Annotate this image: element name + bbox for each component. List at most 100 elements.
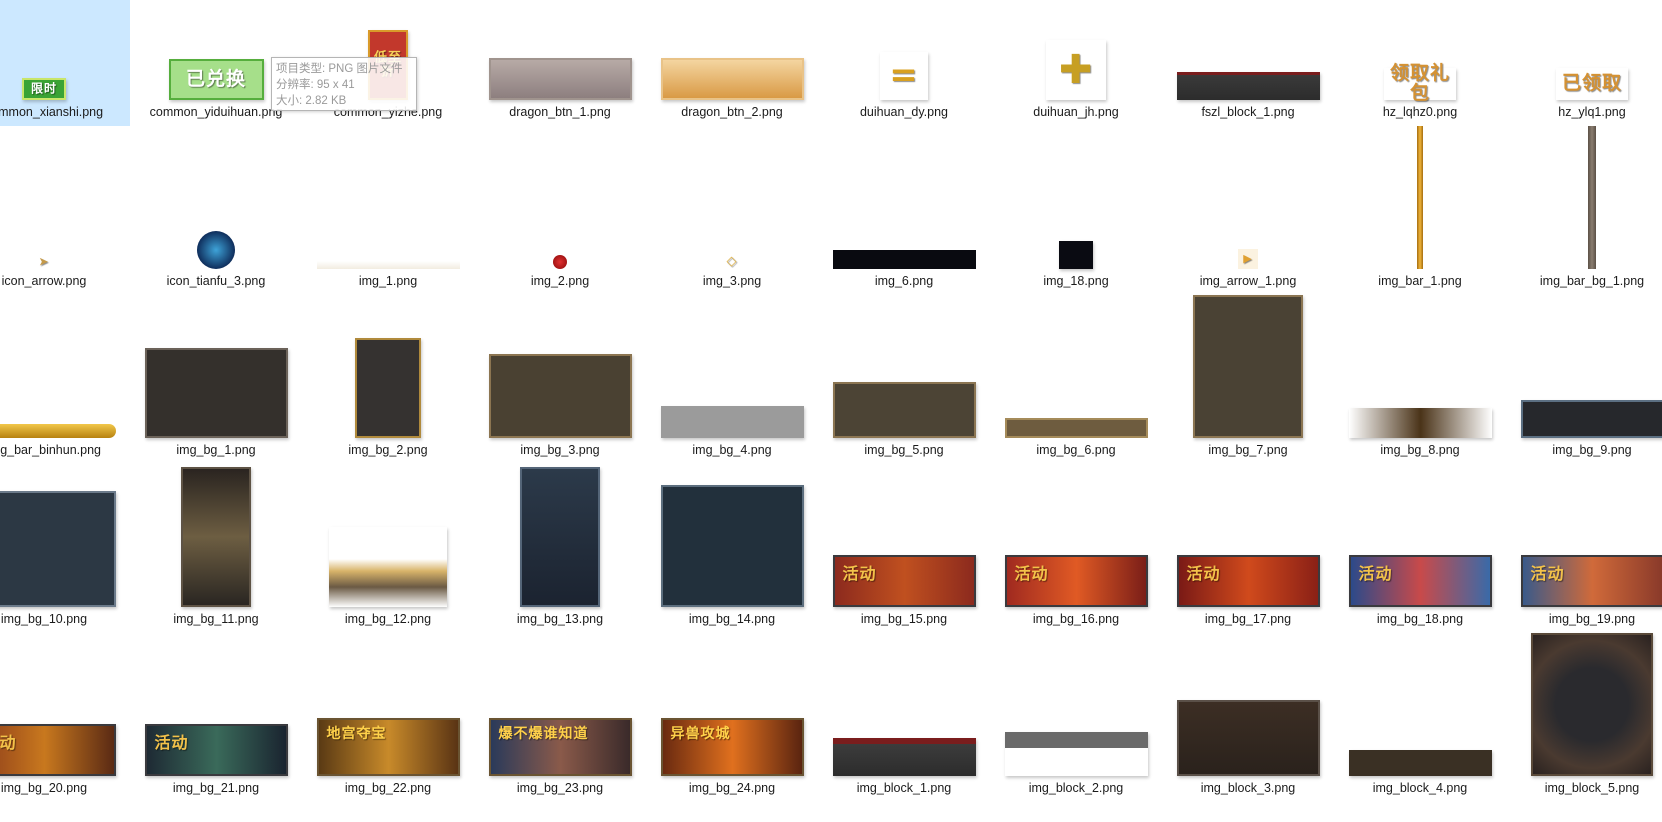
file-item[interactable]: img_bg_12.png <box>302 454 474 633</box>
file-item[interactable]: img_bar_bg_1.png <box>1506 116 1662 295</box>
file-item[interactable]: img_bg_1.png <box>130 285 302 464</box>
file-item[interactable]: 活动 img_bg_19.png <box>1506 454 1662 633</box>
thumbnail-image: 活动 <box>1520 555 1662 607</box>
file-item[interactable]: img_bg_13.png <box>474 454 646 633</box>
file-item[interactable]: 地宫夺宝 img_bg_22.png <box>302 623 474 802</box>
thumbnail-image: 活动 <box>144 724 288 776</box>
file-item[interactable]: img_6.png <box>818 116 990 295</box>
file-item[interactable]: = duihuan_dy.png <box>818 0 990 126</box>
file-thumbnail <box>832 285 976 438</box>
thumbnail-image <box>329 527 447 607</box>
file-thumbnail: 地宫夺宝 <box>316 623 460 776</box>
file-thumbnail <box>316 454 460 607</box>
thumbnail-image: 活动 <box>0 724 116 776</box>
file-item[interactable]: ◇ img_3.png <box>646 116 818 295</box>
file-thumbnail <box>660 285 804 438</box>
file-thumbnail <box>488 116 632 269</box>
file-thumbnail <box>1004 116 1148 269</box>
file-item[interactable]: img_block_5.png <box>1506 623 1662 802</box>
file-thumbnail <box>1348 623 1492 776</box>
file-item[interactable]: img_bar_binhun.png <box>0 285 130 464</box>
thumbnail-image: ✚ <box>1046 40 1106 100</box>
file-item[interactable]: 活动 img_bg_17.png <box>1162 454 1334 633</box>
thumbnail-caption: ✚ <box>1058 47 1094 93</box>
file-item[interactable]: img_bg_7.png <box>1162 285 1334 464</box>
thumbnail-image <box>316 261 460 269</box>
file-item[interactable]: img_block_4.png <box>1334 623 1506 802</box>
file-name-label: img_block_3.png <box>1200 781 1296 795</box>
thumbnail-image: 领取礼包 <box>1384 63 1456 103</box>
thumbnail-caption: 爆不爆谁知道 <box>498 726 589 742</box>
thumbnail-image <box>1193 295 1303 438</box>
thumbnail-caption: 活动 <box>0 733 17 752</box>
thumbnail-image: 已兑换 <box>168 59 264 100</box>
thumbnail-image <box>197 231 235 269</box>
file-thumbnail <box>144 454 288 607</box>
file-thumbnail <box>488 0 632 100</box>
file-item[interactable]: 活动 img_bg_20.png <box>0 623 130 802</box>
file-item[interactable]: img_18.png <box>990 116 1162 295</box>
file-item[interactable]: img_block_2.png <box>990 623 1162 802</box>
thumbnail-image <box>355 338 421 438</box>
tooltip-type: 项目类型: PNG 图片文件 <box>276 63 403 75</box>
file-item[interactable]: img_bg_5.png <box>818 285 990 464</box>
file-item[interactable]: 活动 img_bg_15.png <box>818 454 990 633</box>
file-thumbnail <box>316 116 460 269</box>
thumbnail-image: 活动 <box>1176 555 1320 607</box>
thumbnail-image: ▶ <box>1238 249 1258 269</box>
file-item[interactable]: img_block_3.png <box>1162 623 1334 802</box>
file-item[interactable]: dragon_btn_1.png <box>474 0 646 126</box>
file-thumbnail <box>660 0 804 100</box>
file-thumbnail: 已兑换 <box>144 0 288 100</box>
file-item[interactable]: img_bg_14.png <box>646 454 818 633</box>
file-item[interactable]: img_bg_10.png <box>0 454 130 633</box>
file-item[interactable]: 爆不爆谁知道 img_bg_23.png <box>474 623 646 802</box>
thumbnail-caption: 活动 <box>1530 564 1565 583</box>
file-item[interactable]: img_bg_4.png <box>646 285 818 464</box>
thumbnail-image <box>1176 700 1320 776</box>
file-thumbnail <box>1004 623 1148 776</box>
file-item[interactable]: img_bg_9.png <box>1506 285 1662 464</box>
file-thumbnail: ➤ <box>0 116 116 269</box>
file-item[interactable]: 活动 img_bg_21.png <box>130 623 302 802</box>
file-item[interactable]: ✚ duihuan_jh.png <box>990 0 1162 126</box>
file-item[interactable]: 限时common_xianshi.png <box>0 0 130 126</box>
thumbnail-image <box>1588 126 1596 269</box>
file-name-label: img_bg_22.png <box>344 781 432 795</box>
thumbnail-image: ◇ <box>725 255 739 269</box>
file-item[interactable]: img_bg_3.png <box>474 285 646 464</box>
file-item[interactable]: 异兽攻城 img_bg_24.png <box>646 623 818 802</box>
file-item[interactable]: img_2.png <box>474 116 646 295</box>
file-name-label: img_bg_23.png <box>516 781 604 795</box>
file-item[interactable]: fszl_block_1.png <box>1162 0 1334 126</box>
file-item[interactable]: img_bar_1.png <box>1334 116 1506 295</box>
file-item[interactable]: 活动 img_bg_18.png <box>1334 454 1506 633</box>
file-item[interactable]: ▶ img_arrow_1.png <box>1162 116 1334 295</box>
thumbnail-image: 活动 <box>832 555 976 607</box>
file-item[interactable]: img_block_1.png <box>818 623 990 802</box>
thumbnail-caption: 已领取 <box>1561 72 1622 95</box>
thumbnail-image: 爆不爆谁知道 <box>488 718 632 776</box>
thumbnail-image: 活动 <box>1348 555 1492 607</box>
file-item[interactable]: img_bg_6.png <box>990 285 1162 464</box>
thumbnail-image <box>1059 241 1093 269</box>
thumbnail-caption: 已兑换 <box>185 67 246 90</box>
file-item[interactable]: 领取礼包 hz_lqhz0.png <box>1334 0 1506 126</box>
file-item[interactable]: img_1.png <box>302 116 474 295</box>
file-thumbnail: 限时 <box>0 0 116 100</box>
file-item[interactable]: ➤ icon_arrow.png <box>0 116 130 295</box>
thumbnail-caption: 活动 <box>1358 564 1393 583</box>
file-info-tooltip: 项目类型: PNG 图片文件 分辨率: 95 x 41 大小: 2.82 KB <box>271 57 417 111</box>
file-item[interactable]: img_bg_2.png <box>302 285 474 464</box>
file-item[interactable]: icon_tianfu_3.png <box>130 116 302 295</box>
file-item[interactable]: 活动 img_bg_16.png <box>990 454 1162 633</box>
file-item[interactable]: img_bg_8.png <box>1334 285 1506 464</box>
file-item[interactable]: dragon_btn_2.png <box>646 0 818 126</box>
file-item[interactable]: img_bg_11.png <box>130 454 302 633</box>
thumbnail-caption: ➤ <box>38 254 50 269</box>
thumbnail-image <box>660 485 804 607</box>
thumbnail-image: = <box>880 52 928 100</box>
file-name-label: img_block_1.png <box>856 781 952 795</box>
file-thumbnail <box>1520 116 1662 269</box>
file-item[interactable]: 已领取 hz_ylq1.png <box>1506 0 1662 126</box>
